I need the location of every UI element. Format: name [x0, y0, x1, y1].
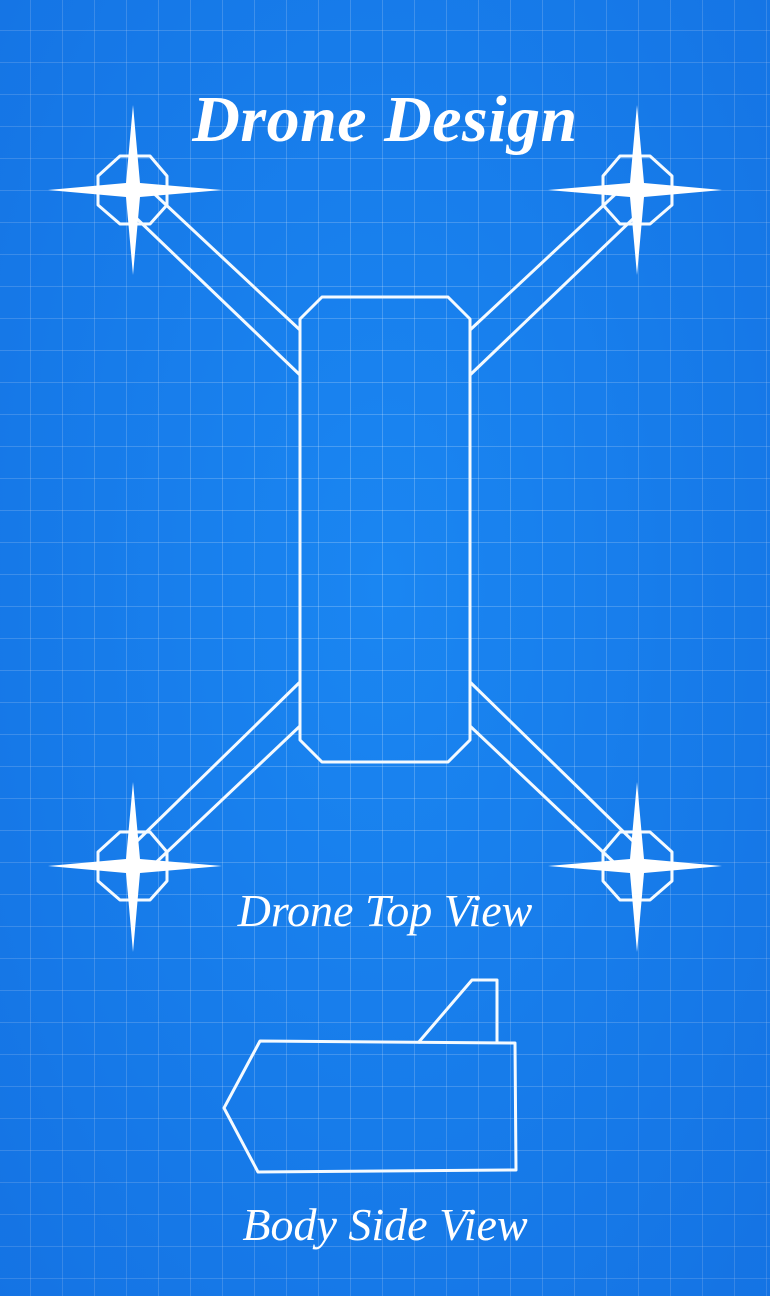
- diagram-title: Drone Design: [192, 83, 578, 156]
- drone-body-side-view: [222, 1039, 518, 1174]
- blueprint-background: Drone Design Drone Top View Body Side Vi…: [0, 0, 770, 1296]
- top-view-caption: Drone Top View: [237, 885, 533, 936]
- drone-body-top-view: [298, 295, 472, 764]
- side-view-caption: Body Side View: [242, 1199, 528, 1250]
- drone-drawing: [48, 105, 722, 1174]
- drone-fin-side-view: [416, 978, 499, 1044]
